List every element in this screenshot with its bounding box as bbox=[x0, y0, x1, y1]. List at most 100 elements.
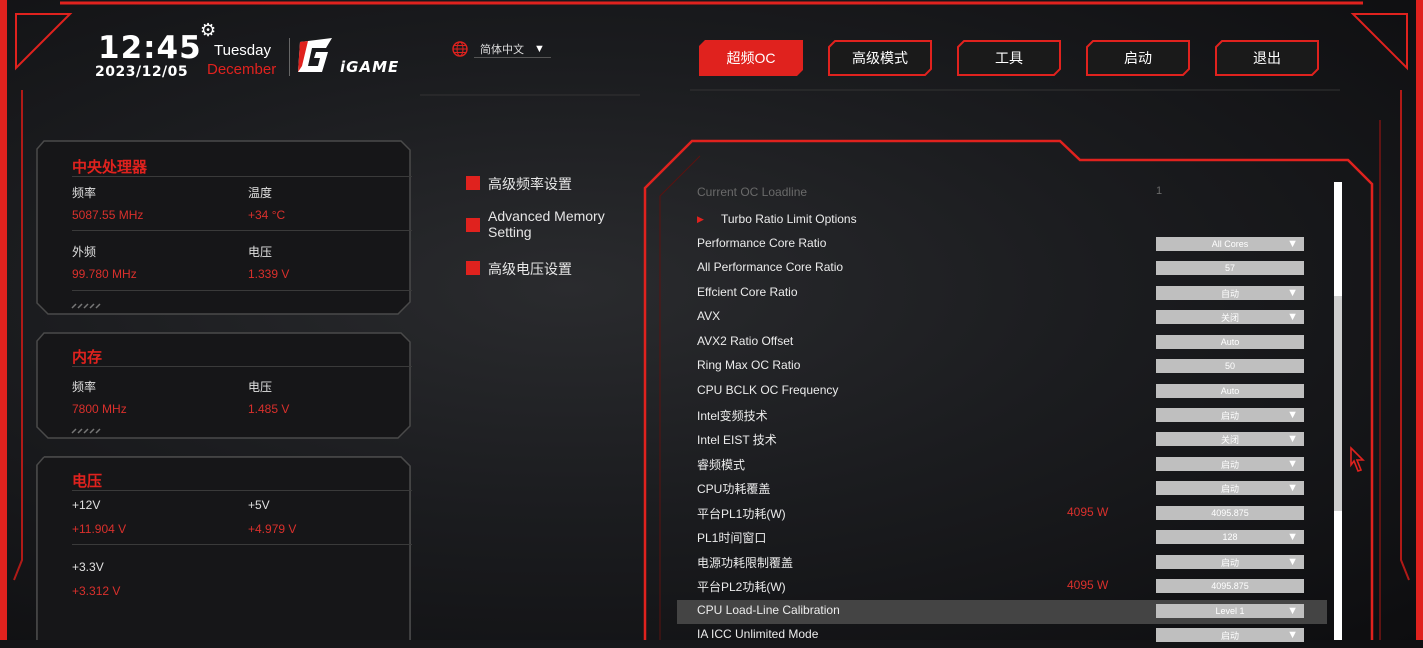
side-arrow-icon bbox=[1350, 446, 1365, 472]
setting-value: 4095.875 bbox=[1211, 508, 1249, 518]
tab-advanced[interactable]: 高级模式 bbox=[828, 40, 932, 76]
voltage-12v-value: +11.904 V bbox=[72, 522, 127, 536]
setting-row-cpu-llc[interactable]: CPU Load-Line Calibration Level 1 ▼ bbox=[677, 600, 1327, 624]
setting-row-all-performance-core-ratio[interactable]: All Performance Core Ratio 57 bbox=[697, 257, 1317, 281]
menu-advanced-frequency[interactable]: 高级频率设置 bbox=[466, 174, 572, 194]
memory-panel: 内存 频率 电压 7800 MHz 1.485 V bbox=[36, 332, 412, 439]
setting-dropdown[interactable]: 启动 ▼ bbox=[1156, 481, 1304, 495]
setting-readonly-value: 1 bbox=[1156, 185, 1163, 197]
setting-label: AVX2 Ratio Offset bbox=[697, 334, 794, 348]
chevron-down-icon: ▼ bbox=[1287, 238, 1298, 250]
settings-scrollbar-thumb[interactable] bbox=[1334, 296, 1342, 511]
menu-bullet-icon bbox=[466, 218, 480, 232]
chevron-down-icon: ▼ bbox=[534, 42, 545, 55]
setting-input[interactable]: Auto bbox=[1156, 335, 1304, 349]
language-dropdown[interactable]: 简体中文 ▼ bbox=[474, 41, 551, 58]
setting-row-intel-speedstep[interactable]: Intel变频技术 启动 ▼ bbox=[697, 404, 1317, 428]
tab-boot[interactable]: 启动 bbox=[1086, 40, 1190, 76]
setting-dropdown[interactable]: All Cores ▼ bbox=[1156, 237, 1304, 251]
setting-label: Intel EIST 技术 bbox=[697, 433, 777, 447]
setting-value: 启动 bbox=[1220, 459, 1239, 470]
setting-dropdown[interactable]: 128 ▼ bbox=[1156, 530, 1304, 544]
brand-name: iGAME bbox=[340, 58, 400, 76]
clock-time: 12:45 bbox=[98, 30, 202, 66]
setting-value: All Cores bbox=[1211, 239, 1249, 249]
chevron-down-icon: ▼ bbox=[1287, 311, 1298, 323]
submenu-arrow-icon: ▶ bbox=[697, 214, 704, 224]
setting-row-cpu-power-override[interactable]: CPU功耗覆盖 启动 ▼ bbox=[697, 477, 1317, 501]
chevron-down-icon: ▼ bbox=[1287, 409, 1298, 421]
setting-label: 电源功耗限制覆盖 bbox=[697, 556, 794, 570]
menu-bullet-icon bbox=[466, 261, 480, 275]
setting-dropdown[interactable]: 关闭 ▼ bbox=[1156, 310, 1304, 324]
setting-row-platform-pl2[interactable]: 平台PL2功耗(W) 4095 W 4095.875 bbox=[697, 575, 1317, 599]
setting-label: All Performance Core Ratio bbox=[697, 260, 844, 274]
setting-row-avx[interactable]: AVX 关闭 ▼ bbox=[697, 306, 1317, 330]
voltage-panel-title: 电压 bbox=[72, 473, 103, 490]
voltage-3v3-value: +3.312 V bbox=[72, 584, 121, 598]
setting-label: Intel变频技术 bbox=[697, 409, 768, 423]
setting-value: 启动 bbox=[1220, 410, 1239, 421]
setting-label: Ring Max OC Ratio bbox=[697, 358, 801, 372]
setting-input[interactable]: 4095.875 bbox=[1156, 506, 1304, 520]
setting-input[interactable]: 50 bbox=[1156, 359, 1304, 373]
setting-label: 平台PL2功耗(W) bbox=[697, 580, 786, 594]
setting-row-ia-icc-unlimited[interactable]: IA ICC Unlimited Mode 启动 ▼ bbox=[697, 624, 1317, 648]
setting-row-avx2-ratio-offset[interactable]: AVX2 Ratio Offset Auto bbox=[697, 331, 1317, 355]
voltage-5v-label: +5V bbox=[248, 498, 270, 512]
cpu-bclk-label: 外频 bbox=[72, 245, 97, 259]
cpu-volt-value: 1.339 V bbox=[248, 267, 290, 281]
setting-row-ring-max-oc-ratio[interactable]: Ring Max OC Ratio 50 bbox=[697, 355, 1317, 379]
setting-row-intel-eist[interactable]: Intel EIST 技术 关闭 ▼ bbox=[697, 428, 1317, 452]
memory-title-divider bbox=[72, 366, 412, 367]
tab-exit-label: 退出 bbox=[1253, 50, 1281, 66]
setting-value: 50 bbox=[1224, 361, 1235, 371]
setting-current-value: 4095 W bbox=[1067, 578, 1109, 592]
chevron-down-icon: ▼ bbox=[1287, 458, 1298, 470]
setting-dropdown[interactable]: Level 1 ▼ bbox=[1156, 604, 1304, 618]
tab-oc[interactable]: 超频OC bbox=[699, 40, 803, 76]
memory-freq-label: 频率 bbox=[72, 380, 97, 394]
setting-value: 4095.875 bbox=[1211, 581, 1249, 591]
tab-oc-label: 超频OC bbox=[726, 50, 776, 66]
cpu-freq-value: 5087.55 MHz bbox=[72, 208, 144, 222]
cpu-bclk-value: 99.780 MHz bbox=[72, 267, 137, 281]
setting-row-turbo-mode[interactable]: 睿频模式 启动 ▼ bbox=[697, 453, 1317, 477]
brand-divider bbox=[289, 38, 290, 76]
setting-row-current-oc-loadline: Current OC Loadline 1 bbox=[697, 182, 1317, 206]
setting-label: Current OC Loadline bbox=[697, 185, 808, 199]
menu-advanced-memory[interactable]: Advanced Memory Setting bbox=[466, 208, 636, 240]
language-selector[interactable]: 简体中文 ▼ bbox=[452, 40, 551, 58]
setting-label: PL1时间窗口 bbox=[697, 531, 767, 545]
settings-gear-icon[interactable]: ⚙ bbox=[200, 20, 216, 41]
setting-row-performance-core-ratio[interactable]: Performance Core Ratio All Cores ▼ bbox=[697, 233, 1317, 257]
tab-tools-label: 工具 bbox=[995, 50, 1023, 66]
setting-label: IA ICC Unlimited Mode bbox=[697, 627, 819, 641]
setting-dropdown[interactable]: 启动 ▼ bbox=[1156, 408, 1304, 422]
setting-row-pl1-time-window[interactable]: PL1时间窗口 128 ▼ bbox=[697, 526, 1317, 550]
setting-row-platform-pl1[interactable]: 平台PL1功耗(W) 4095 W 4095.875 bbox=[697, 502, 1317, 526]
setting-dropdown[interactable]: 启动 ▼ bbox=[1156, 555, 1304, 569]
voltage-3v3-label: +3.3V bbox=[72, 560, 104, 574]
setting-input[interactable]: 4095.875 bbox=[1156, 579, 1304, 593]
setting-input[interactable]: 57 bbox=[1156, 261, 1304, 275]
tab-exit[interactable]: 退出 bbox=[1215, 40, 1319, 76]
cpu-bottom-divider bbox=[72, 290, 412, 291]
chevron-down-icon: ▼ bbox=[1287, 556, 1298, 568]
setting-dropdown[interactable]: 自动 ▼ bbox=[1156, 286, 1304, 300]
menu-advanced-voltage[interactable]: 高级电压设置 bbox=[466, 259, 572, 279]
tab-tools[interactable]: 工具 bbox=[957, 40, 1061, 76]
voltage-12v-label: +12V bbox=[72, 498, 101, 512]
setting-dropdown[interactable]: 启动 ▼ bbox=[1156, 457, 1304, 471]
setting-dropdown[interactable]: 关闭 ▼ bbox=[1156, 432, 1304, 446]
cpu-panel: 中央处理器 频率 温度 5087.55 MHz +34 °C 外频 电压 99.… bbox=[36, 140, 412, 315]
setting-row-turbo-ratio-options[interactable]: ▶ Turbo Ratio Limit Options bbox=[697, 209, 1317, 233]
setting-row-efficient-core-ratio[interactable]: Effcient Core Ratio 自动 ▼ bbox=[697, 282, 1317, 306]
chevron-down-icon: ▼ bbox=[1287, 629, 1298, 641]
setting-row-power-limit-override[interactable]: 电源功耗限制覆盖 启动 ▼ bbox=[697, 551, 1317, 575]
setting-input[interactable]: Auto bbox=[1156, 384, 1304, 398]
setting-value: Auto bbox=[1220, 386, 1240, 396]
setting-value: 128 bbox=[1222, 532, 1238, 542]
chevron-down-icon: ▼ bbox=[1287, 531, 1298, 543]
setting-row-cpu-bclk-oc-frequency[interactable]: CPU BCLK OC Frequency Auto bbox=[697, 380, 1317, 404]
